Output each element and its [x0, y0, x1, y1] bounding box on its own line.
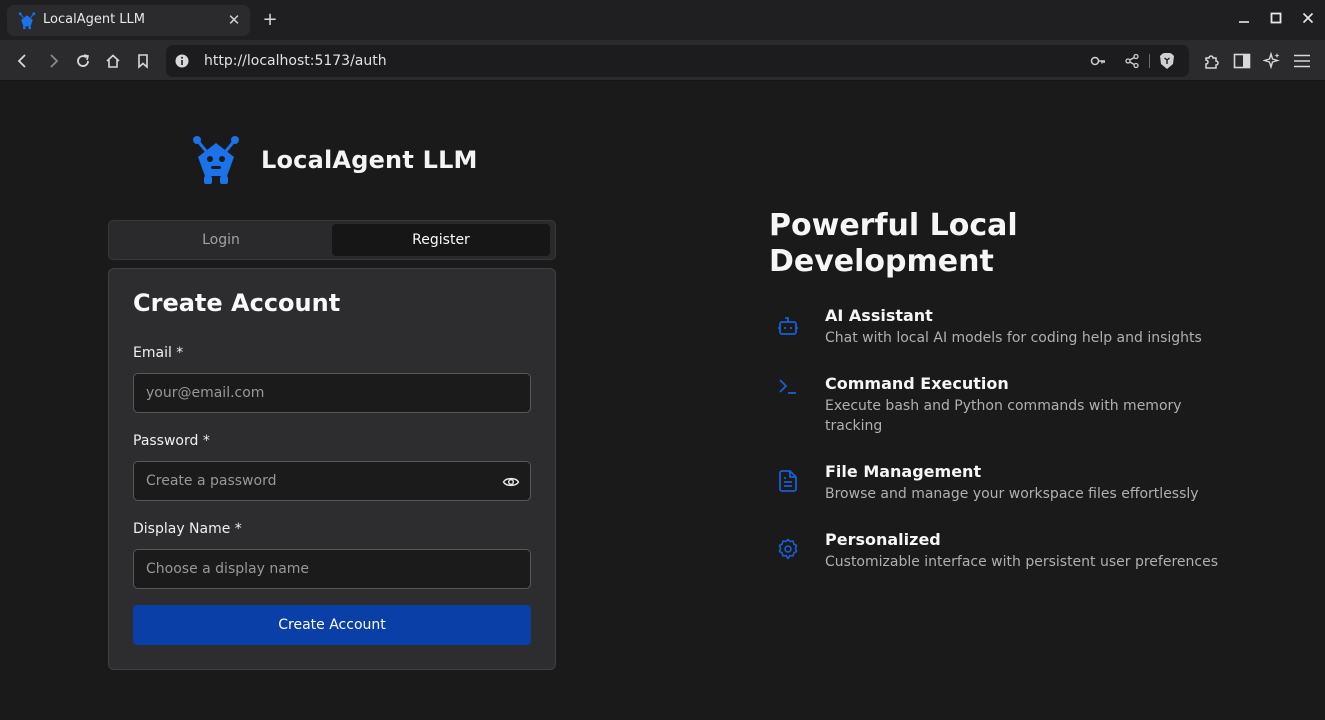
- share-icon[interactable]: [1123, 52, 1141, 70]
- sidebar-button[interactable]: [1231, 50, 1253, 72]
- bot-icon: [778, 317, 798, 335]
- tab-login[interactable]: Login: [112, 224, 330, 256]
- new-tab-button[interactable]: +: [259, 10, 281, 32]
- brand-header: LocalAgent LLM: [192, 135, 478, 185]
- close-window-button[interactable]: [1298, 10, 1318, 30]
- password-field-wrapper: [133, 461, 531, 501]
- maximize-button[interactable]: [1266, 10, 1286, 30]
- display-name-field[interactable]: [134, 550, 530, 588]
- sidebar-icon: [1233, 53, 1251, 69]
- file-icon: [779, 470, 797, 492]
- terminal-icon: [779, 379, 796, 394]
- brand-name: LocalAgent LLM: [261, 146, 478, 174]
- minimize-button[interactable]: [1234, 10, 1254, 30]
- menu-icon: [1294, 54, 1310, 68]
- email-field[interactable]: [134, 374, 530, 412]
- tab-title: LocalAgent LLM: [43, 12, 146, 27]
- close-tab-icon[interactable]: ✕: [225, 11, 243, 29]
- robot-favicon-icon: [18, 12, 36, 30]
- auth-tabs: Login Register: [108, 220, 556, 260]
- address-divider: [1149, 54, 1150, 68]
- back-icon: [17, 54, 26, 68]
- auth-page: LocalAgent LLM Login Register Create Acc…: [0, 82, 1325, 720]
- browser-tab-bar: LocalAgent LLM ✕ +: [0, 0, 1325, 41]
- browser-tab[interactable]: LocalAgent LLM ✕: [7, 5, 250, 36]
- robot-logo-icon: [193, 136, 239, 184]
- feature-description: Chat with local AI models for coding hel…: [825, 330, 1202, 346]
- reload-button[interactable]: [72, 50, 94, 72]
- menu-button[interactable]: [1291, 50, 1313, 72]
- home-button[interactable]: [102, 50, 124, 72]
- leo-ai-icon: [1263, 52, 1280, 70]
- feature-title: Command Execution: [825, 374, 1009, 393]
- home-icon: [106, 54, 120, 68]
- address-bar[interactable]: http://localhost:5173/auth: [166, 45, 1189, 77]
- feature-description: Browse and manage your workspace files e…: [825, 486, 1199, 502]
- display-name-label: Display Name *: [133, 521, 242, 537]
- maximize-icon: [1270, 12, 1282, 24]
- leo-ai-button[interactable]: [1261, 50, 1283, 72]
- extensions-button[interactable]: [1201, 50, 1223, 72]
- email-label: Email *: [133, 345, 184, 361]
- site-info-icon[interactable]: [175, 54, 189, 68]
- tab-register[interactable]: Register: [332, 224, 550, 256]
- feature-title: Personalized: [825, 530, 941, 549]
- settings-gear-icon: [778, 538, 798, 560]
- form-title: Create Account: [133, 289, 341, 317]
- feature-description: Execute bash and Python commands with me…: [825, 398, 1182, 434]
- show-password-icon[interactable]: [502, 473, 520, 491]
- promo-title: Powerful Local Development: [769, 208, 1018, 279]
- display-name-field-wrapper: [133, 549, 531, 589]
- extensions-icon: [1205, 55, 1219, 69]
- reload-icon: [77, 54, 89, 67]
- feature-description: Customizable interface with persistent u…: [825, 554, 1218, 570]
- register-card: Create Account Email * Password * Displa…: [108, 268, 556, 670]
- back-button[interactable]: [12, 50, 34, 72]
- url-text[interactable]: http://localhost:5173/auth: [204, 53, 387, 69]
- bookmark-button[interactable]: [132, 50, 154, 72]
- bookmark-icon: [138, 54, 148, 69]
- brave-shield-icon[interactable]: [1158, 52, 1176, 70]
- close-window-icon: [1302, 12, 1314, 24]
- forward-icon: [50, 54, 59, 68]
- forward-button[interactable]: [42, 50, 64, 72]
- create-account-button[interactable]: Create Account: [133, 605, 531, 645]
- feature-title: AI Assistant: [825, 306, 933, 325]
- email-field-wrapper: [133, 373, 531, 413]
- password-label: Password *: [133, 433, 210, 449]
- minimize-icon: [1239, 21, 1249, 23]
- feature-title: File Management: [825, 462, 982, 481]
- browser-toolbar: http://localhost:5173/auth: [0, 41, 1325, 81]
- key-icon[interactable]: [1089, 52, 1107, 70]
- password-field[interactable]: [134, 462, 530, 500]
